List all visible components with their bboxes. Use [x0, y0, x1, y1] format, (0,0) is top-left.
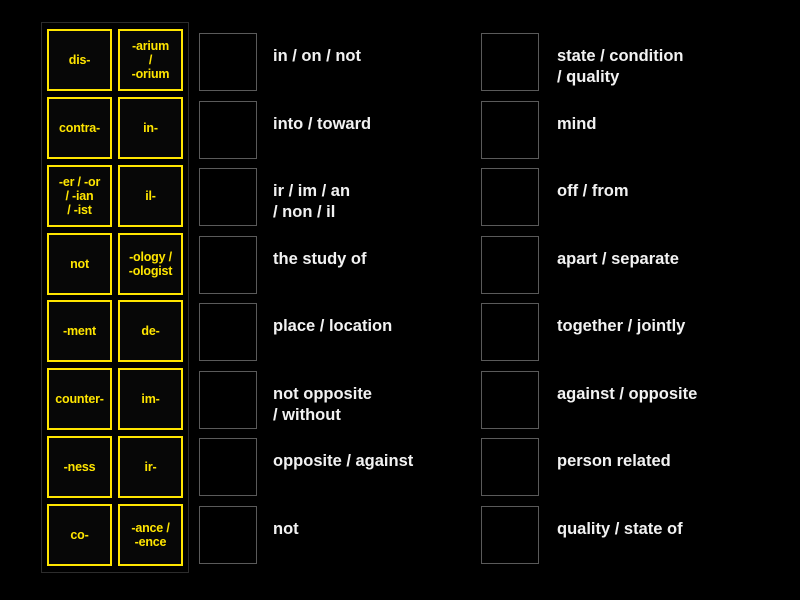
tile-row: co- -ance / -ence — [47, 503, 183, 566]
drop-target-box[interactable] — [481, 303, 539, 361]
answer-label: quality / state of — [557, 519, 683, 538]
answer-label: place / location — [273, 317, 393, 335]
draggable-tile[interactable]: de- — [118, 300, 183, 363]
answer-row: apart / separate — [481, 235, 781, 304]
answer-row: quality / state of — [481, 505, 781, 574]
answer-label: in / on / not — [273, 47, 361, 65]
draggable-tile[interactable]: -ment — [47, 300, 112, 363]
draggable-tile[interactable]: -ology / -ologist — [118, 232, 183, 295]
drop-target-box[interactable] — [199, 235, 257, 294]
answer-row: against / opposite — [481, 370, 781, 439]
drop-target-box[interactable] — [481, 168, 539, 226]
answer-row: state / condition / quality — [481, 33, 781, 101]
drop-target-box[interactable] — [481, 33, 539, 91]
tile-row: -er / -or / -ian / -ist il- — [47, 164, 183, 227]
answer-row: not — [199, 505, 454, 574]
drop-target-box[interactable] — [481, 438, 539, 496]
answer-row: opposite / against — [199, 438, 454, 506]
tile-row: contra- in- — [47, 96, 183, 159]
answer-label: together / jointly — [557, 317, 686, 335]
draggable-tile[interactable]: not — [47, 232, 112, 295]
answer-label: ir / im / an / non / il — [273, 182, 351, 221]
tile-row: -ness ir- — [47, 436, 183, 499]
answer-label: not — [273, 519, 299, 538]
drop-target-box[interactable] — [199, 505, 257, 564]
answer-row: the study of — [199, 235, 454, 304]
drop-target-box[interactable] — [199, 168, 257, 226]
draggable-tile[interactable]: -ness — [47, 436, 112, 499]
draggable-tile[interactable]: counter- — [47, 368, 112, 431]
drop-target-box[interactable] — [481, 505, 539, 564]
answer-row: in / on / not — [199, 33, 454, 101]
answer-column-middle: in / on / not into / toward ir / im / an… — [199, 33, 454, 573]
answer-label: the study of — [273, 249, 367, 268]
draggable-tile[interactable]: contra- — [47, 96, 112, 159]
draggable-tile[interactable]: ir- — [118, 436, 183, 499]
answer-label: against / opposite — [557, 384, 698, 403]
answer-row: together / jointly — [481, 303, 781, 371]
drop-target-box[interactable] — [199, 438, 257, 496]
tile-row: counter- im- — [47, 368, 183, 431]
answer-row: mind — [481, 100, 781, 169]
answer-row: into / toward — [199, 100, 454, 169]
drop-target-box[interactable] — [481, 100, 539, 159]
drop-target-box[interactable] — [481, 235, 539, 294]
answer-label: not opposite / without — [273, 384, 372, 424]
draggable-tile[interactable]: im- — [118, 368, 183, 431]
answer-label: into / toward — [273, 114, 372, 133]
answer-label: person related — [557, 452, 671, 470]
drop-target-box[interactable] — [199, 100, 257, 159]
answer-row: ir / im / an / non / il — [199, 168, 454, 236]
drop-target-box[interactable] — [481, 370, 539, 429]
tile-row: dis- -arium / -orium — [47, 29, 183, 91]
draggable-tile[interactable]: co- — [47, 503, 112, 566]
draggable-tile[interactable]: -er / -or / -ian / -ist — [47, 164, 112, 227]
draggable-tile[interactable]: -ance / -ence — [118, 503, 183, 566]
tile-row: -ment de- — [47, 300, 183, 363]
tile-row: not -ology / -ologist — [47, 232, 183, 295]
answer-label: opposite / against — [273, 452, 414, 470]
answer-label: off / from — [557, 182, 629, 200]
answer-label: state / condition / quality — [557, 47, 684, 86]
answer-column-right: state / condition / quality mind off / f… — [481, 33, 781, 573]
draggable-tile[interactable]: -arium / -orium — [118, 29, 183, 91]
drop-target-box[interactable] — [199, 303, 257, 361]
draggable-tile[interactable]: dis- — [47, 29, 112, 91]
draggable-tile[interactable]: il- — [118, 164, 183, 227]
draggable-tile[interactable]: in- — [118, 96, 183, 159]
answer-row: place / location — [199, 303, 454, 371]
answer-label: apart / separate — [557, 249, 679, 268]
answer-row: off / from — [481, 168, 781, 236]
tile-bank-panel: dis- -arium / -orium contra- in- -er / -… — [41, 22, 189, 573]
drop-target-box[interactable] — [199, 370, 257, 429]
answer-row: not opposite / without — [199, 370, 454, 439]
drop-target-box[interactable] — [199, 33, 257, 91]
answer-row: person related — [481, 438, 781, 506]
answer-label: mind — [557, 114, 597, 133]
